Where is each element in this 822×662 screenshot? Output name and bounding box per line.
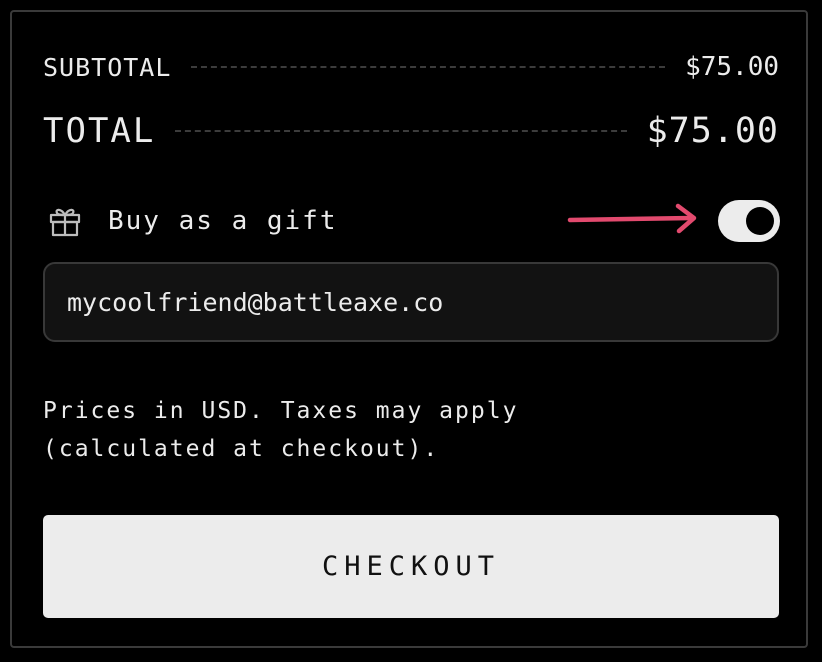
- gift-icon: [48, 204, 82, 238]
- pricing-note: Prices in USD. Taxes may apply (calculat…: [43, 392, 743, 468]
- subtotal-label: SUBTOTAL: [43, 52, 172, 82]
- subtotal-row: SUBTOTAL $75.00: [43, 50, 779, 84]
- total-value: $75.00: [646, 111, 779, 151]
- checkout-button[interactable]: CHECKOUT: [43, 515, 779, 618]
- subtotal-leader: [191, 66, 666, 68]
- gift-email-field[interactable]: [67, 287, 747, 317]
- gift-label: Buy as a gift: [108, 206, 338, 236]
- subtotal-value: $75.00: [685, 52, 779, 82]
- total-leader: [175, 130, 627, 132]
- total-row: TOTAL $75.00: [43, 110, 779, 152]
- total-label: TOTAL: [43, 111, 156, 151]
- gift-email-field-container: [43, 262, 779, 342]
- gift-row: Buy as a gift: [48, 200, 338, 242]
- gift-toggle[interactable]: [718, 200, 780, 242]
- pricing-note-line-1: Prices in USD. Taxes may apply: [43, 398, 519, 424]
- pricing-note-line-2: (calculated at checkout).: [43, 436, 440, 462]
- toggle-knob: [746, 207, 774, 235]
- arrow-annotation-icon: [567, 203, 697, 234]
